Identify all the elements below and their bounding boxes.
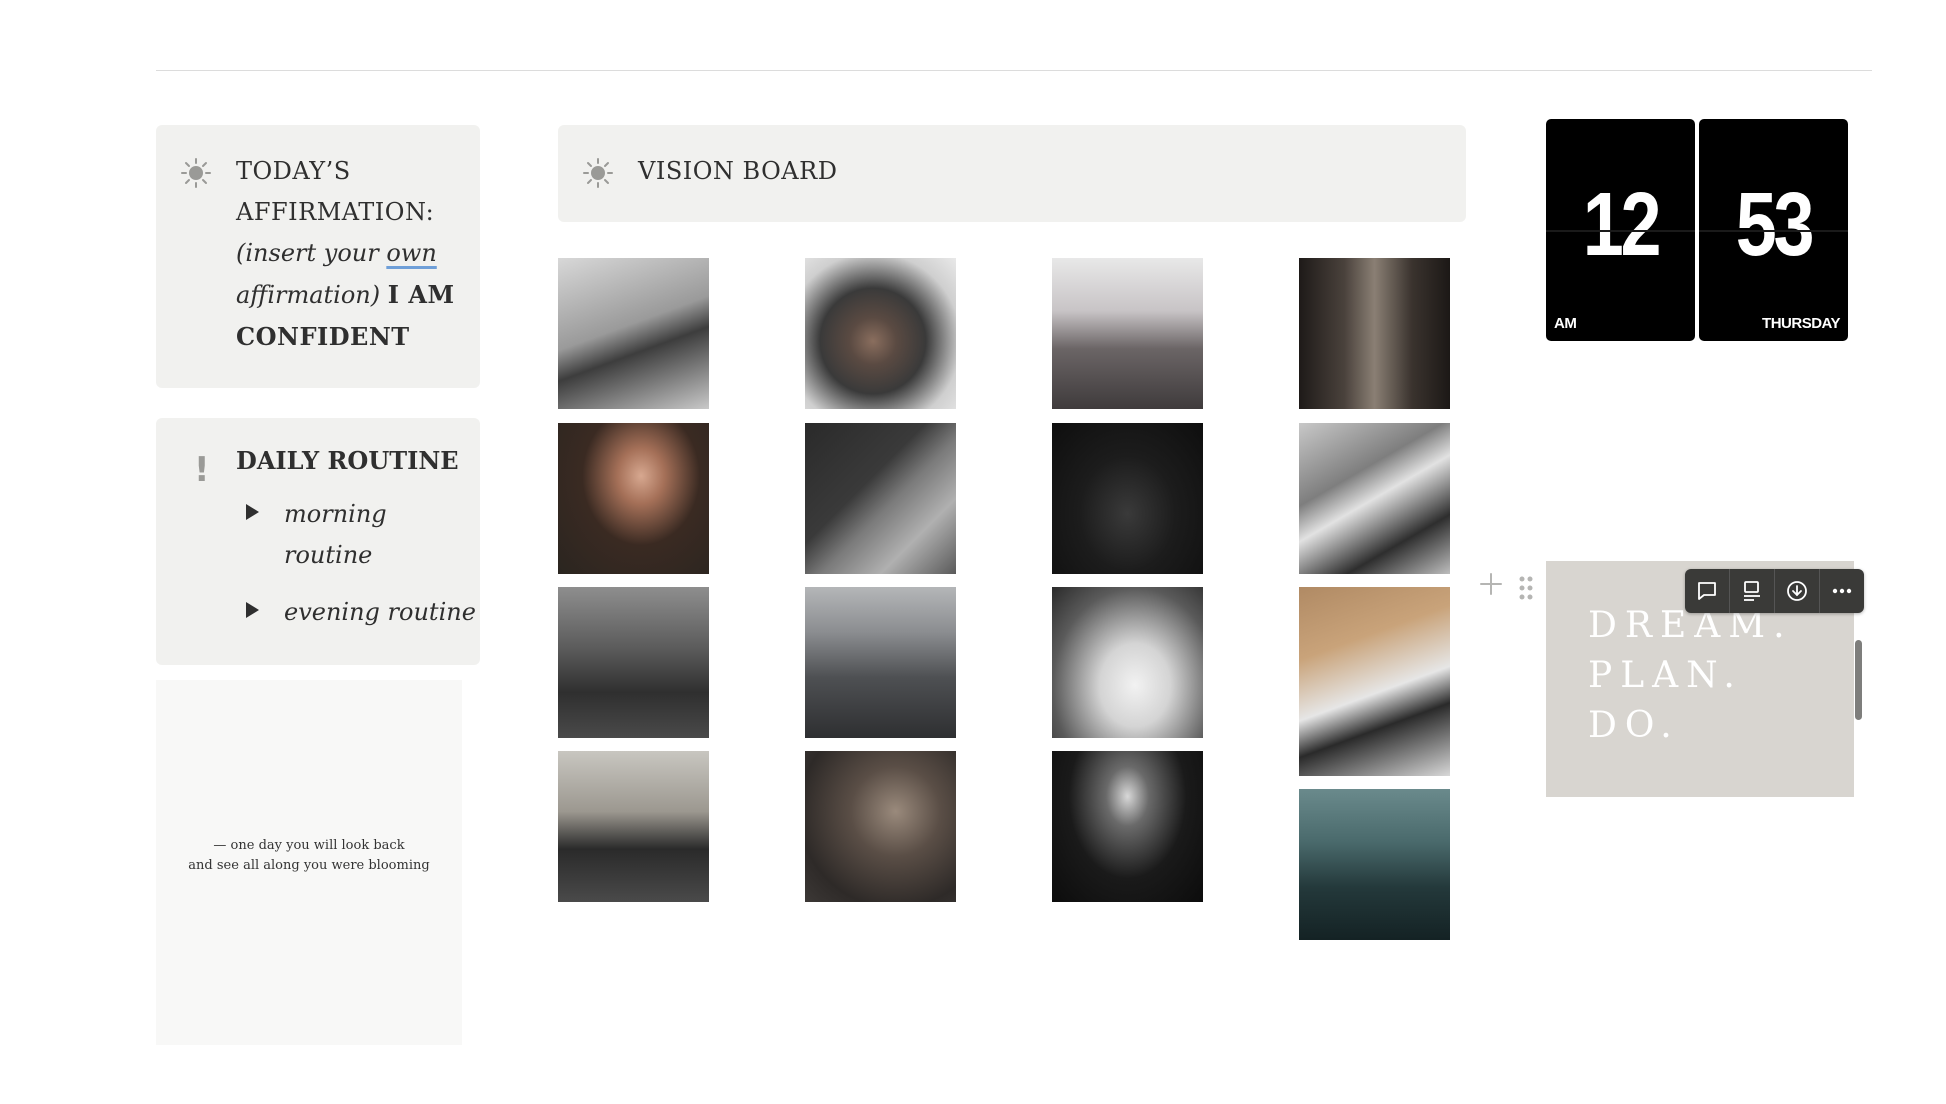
- clock-minute: 53: [1735, 175, 1815, 275]
- affirmation-title-line2: AFFIRMATION:: [236, 198, 435, 226]
- comment-icon[interactable]: [1685, 569, 1730, 613]
- vision-board-callout[interactable]: VISION BOARD: [558, 125, 1466, 222]
- affirmation-insert-own: own: [386, 239, 437, 267]
- toggle-arrow-icon[interactable]: [246, 504, 259, 520]
- toggle-evening-routine[interactable]: evening routine: [246, 592, 476, 633]
- vision-image-4[interactable]: [1299, 258, 1450, 409]
- resize-handle[interactable]: [1855, 640, 1862, 720]
- affirmation-insert-post: affirmation): [236, 281, 381, 309]
- drag-handle-icon[interactable]: [1518, 575, 1534, 605]
- download-icon[interactable]: [1775, 569, 1820, 613]
- flip-divider: [1699, 230, 1848, 232]
- clock-ampm: AM: [1554, 315, 1577, 332]
- clock-hour-card: 12 AM: [1546, 119, 1695, 341]
- vision-image-15[interactable]: [1052, 751, 1203, 902]
- daily-routine-callout[interactable]: ! DAILY ROUTINE morning routine evening …: [156, 418, 480, 665]
- vision-image-2[interactable]: [805, 258, 956, 409]
- vision-image-3[interactable]: [1052, 258, 1203, 409]
- toggle-morning-routine[interactable]: morning routine: [246, 494, 394, 576]
- vision-image-5[interactable]: [558, 423, 709, 574]
- vision-image-16[interactable]: [1299, 789, 1450, 940]
- add-block-icon[interactable]: [1478, 571, 1504, 601]
- affirmation-title-line1: TODAY’S: [236, 157, 351, 185]
- affirmation-callout[interactable]: TODAY’S AFFIRMATION: (insert your own af…: [156, 125, 480, 388]
- vision-image-10[interactable]: [805, 587, 956, 738]
- clock-day: THURSDAY: [1762, 315, 1840, 332]
- vision-board-title: VISION BOARD: [638, 157, 838, 185]
- vision-image-14[interactable]: [805, 751, 956, 902]
- more-icon[interactable]: [1820, 569, 1864, 613]
- vision-image-8[interactable]: [1299, 423, 1450, 574]
- quote-line-2: and see all along you were blooming: [188, 858, 430, 873]
- quote-line-1: — one day you will look back: [213, 838, 405, 853]
- flip-divider: [1546, 230, 1695, 232]
- toggle-label[interactable]: evening routine: [284, 592, 476, 633]
- dream-text: DREAM. PLAN. DO.: [1588, 601, 1793, 751]
- vision-image-11[interactable]: [1052, 587, 1203, 738]
- affirmation-insert-pre: (insert your: [236, 239, 387, 267]
- vision-image-9[interactable]: [558, 587, 709, 738]
- vision-image-12[interactable]: [1299, 587, 1450, 776]
- toggle-arrow-icon[interactable]: [246, 602, 259, 618]
- vision-image-13[interactable]: [558, 751, 709, 902]
- vision-image-1[interactable]: [558, 258, 709, 409]
- daily-routine-title: DAILY ROUTINE: [236, 446, 459, 475]
- top-divider: [156, 70, 1872, 71]
- vision-image-6[interactable]: [805, 423, 956, 574]
- vision-image-7[interactable]: [1052, 423, 1203, 574]
- dream-line-2: PLAN.: [1588, 655, 1743, 696]
- quote-image[interactable]: — one day you will look back and see all…: [156, 680, 462, 1045]
- caption-icon[interactable]: [1730, 569, 1775, 613]
- dream-line-3: DO.: [1588, 705, 1680, 746]
- sun-icon: [180, 157, 212, 193]
- clock-hour: 12: [1582, 175, 1662, 275]
- clock-minute-card: 53 THURSDAY: [1699, 119, 1848, 341]
- affirmation-text[interactable]: TODAY’S AFFIRMATION: (insert your own af…: [236, 151, 466, 358]
- toggle-label[interactable]: morning routine: [284, 494, 394, 576]
- sun-icon: [582, 157, 614, 193]
- image-toolbar: [1685, 569, 1864, 613]
- exclamation-icon: !: [194, 450, 210, 490]
